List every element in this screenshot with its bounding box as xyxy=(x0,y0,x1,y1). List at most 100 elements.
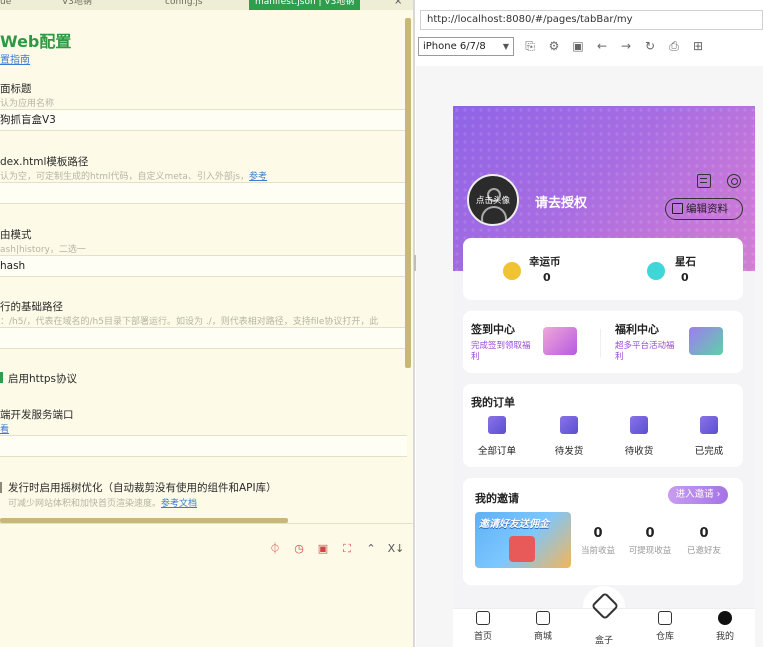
enter-invite-button[interactable]: 进入邀请 › xyxy=(668,486,728,504)
device-select[interactable]: iPhone 6/7/8 ▼ xyxy=(418,37,514,56)
gear-icon[interactable]: ⚙ xyxy=(546,38,562,54)
message-icon[interactable] xyxy=(697,174,711,188)
refresh-icon[interactable]: ↻ xyxy=(642,38,658,54)
image-icon[interactable]: ▣ xyxy=(570,38,586,54)
invite-title: 我的邀请 xyxy=(475,492,519,505)
router-mode-label: 由模式 xyxy=(0,229,32,241)
gift-icon xyxy=(543,327,577,355)
close-tab-icon[interactable]: × xyxy=(394,0,402,7)
pin-icon[interactable]: X↓ xyxy=(386,542,406,556)
order-completed[interactable]: 已完成 xyxy=(679,416,739,457)
chevron-down-icon: ▼ xyxy=(502,42,509,51)
devserver-port-input[interactable] xyxy=(0,435,407,457)
section-title: Web配置 xyxy=(0,32,72,51)
warehouse-icon xyxy=(658,611,672,625)
lucky-coin-icon xyxy=(503,262,521,280)
sign-in-sub: 完成签到领取福利 xyxy=(471,341,531,362)
center-separator xyxy=(600,329,601,357)
tab-home[interactable]: 首页 xyxy=(461,611,505,642)
order-to-receive-label: 待收货 xyxy=(624,446,654,457)
vertical-scrollbar[interactable] xyxy=(405,18,411,368)
template-path-label: dex.html模板路径 xyxy=(0,156,89,168)
profile-icon xyxy=(718,611,732,625)
order-to-ship[interactable]: 待发货 xyxy=(539,416,599,457)
tab-mall[interactable]: 商城 xyxy=(521,611,565,642)
edit-profile-button[interactable]: 编辑资料 xyxy=(665,198,743,220)
order-to-receive[interactable]: 待收货 xyxy=(609,416,669,457)
lucky-coin-value: 0 xyxy=(543,271,551,284)
tab-mine-label: 我的 xyxy=(715,632,734,642)
stat-current: 0 当前收益 xyxy=(580,526,615,556)
star-stone-value: 0 xyxy=(681,271,689,284)
router-mode-hint: ash|history，二选一 xyxy=(0,245,86,255)
editor-tab-strip: ue V3地钠 config.js manifest.json | V3地钠 × xyxy=(0,0,413,10)
page-title-label: 面标题 xyxy=(0,83,32,95)
to-receive-icon xyxy=(630,416,648,434)
invite-banner-text: 邀请好友送佣金 xyxy=(479,519,549,530)
template-path-input[interactable] xyxy=(0,182,407,204)
clock-icon[interactable]: ◷ xyxy=(292,542,306,556)
order-completed-label: 已完成 xyxy=(694,446,724,457)
treeshake-doc-link[interactable]: 参考文档 xyxy=(161,499,197,509)
avatar[interactable]: 点击头像 xyxy=(467,174,519,226)
invite-card: 我的邀请 进入邀请 › 邀请好友送佣金 0 当前收益 0 可提现收益 0 已邀好友 xyxy=(463,478,743,585)
order-all[interactable]: 全部订单 xyxy=(467,416,527,457)
avatar-body-icon xyxy=(481,206,507,224)
stat-invited: 0 已邀好友 xyxy=(686,526,721,556)
config-guide-link[interactable]: 置指南 xyxy=(0,51,30,66)
authorize-link[interactable]: 请去授权 xyxy=(535,192,587,211)
tab-warehouse[interactable]: 仓库 xyxy=(643,611,687,642)
lucky-coin-label: 幸运币 xyxy=(529,256,561,268)
to-ship-icon xyxy=(560,416,578,434)
browser-preview-pane: http://localhost:8080/#/pages/tabBar/my … xyxy=(416,0,763,647)
preview-stage: 点击头像 请去授权 编辑资料 幸运币 0 星石 0 签到中心 完成签到领取福利 xyxy=(416,66,763,647)
share-icon[interactable]: ⏀ xyxy=(268,542,282,556)
stat-withdrawable: 0 可提现收益 xyxy=(628,526,672,556)
tab-mine[interactable]: 我的 xyxy=(703,611,747,642)
base-path-input[interactable] xyxy=(0,327,407,349)
tab-mall-label: 商城 xyxy=(533,632,552,642)
https-label: 启用https协议 xyxy=(8,373,78,385)
qrcode-icon[interactable]: ⊞ xyxy=(690,38,706,54)
tab-box[interactable]: 盒子 xyxy=(582,629,626,646)
page-title-input[interactable]: 狗抓盲盒V3 xyxy=(0,109,407,131)
tab-v3[interactable]: V3地钠 xyxy=(62,0,92,10)
devserver-doc-link[interactable]: 看 xyxy=(0,425,9,435)
home-icon xyxy=(476,611,490,625)
centers-card: 签到中心 完成签到领取福利 福利中心 超多平台活动福利 xyxy=(463,311,743,373)
collapse-icon[interactable]: ⌃ xyxy=(364,542,378,556)
mall-icon xyxy=(536,611,550,625)
completed-icon xyxy=(700,416,718,434)
lock-icon[interactable]: ⎙ xyxy=(666,38,682,54)
star-stone-label: 星石 xyxy=(675,256,696,268)
orders-title: 我的订单 xyxy=(471,396,515,409)
order-all-label: 全部订单 xyxy=(477,446,516,457)
tab-ue[interactable]: ue xyxy=(0,0,11,10)
tab-manifest-json[interactable]: manifest.json | V3地钠 xyxy=(249,0,361,10)
screenshot-icon[interactable]: ⎘ xyxy=(522,38,538,54)
devserver-port-hint: 看 xyxy=(0,422,9,435)
back-icon[interactable]: ← xyxy=(594,38,610,54)
orders-card: 我的订单 全部订单 待发货 待收货 已完成 xyxy=(463,384,743,467)
image-icon[interactable]: ⛶ xyxy=(340,542,354,556)
tab-home-label: 首页 xyxy=(473,632,492,642)
page-title-hint: 认为应用名称 xyxy=(0,99,55,109)
split-divider[interactable] xyxy=(413,0,415,647)
tab-config-js[interactable]: config.js xyxy=(165,0,203,10)
treeshake-checkbox[interactable] xyxy=(0,482,2,493)
settings-icon[interactable] xyxy=(727,174,741,188)
star-stone-icon xyxy=(647,262,665,280)
invite-banner[interactable]: 邀请好友送佣金 xyxy=(475,512,571,568)
all-orders-icon xyxy=(488,416,506,434)
device-select-value: iPhone 6/7/8 xyxy=(423,41,486,52)
template-path-hint: 认为空，可定制生成的html代码，自定义meta、引入外部js，参考 xyxy=(0,172,268,182)
currency-card: 幸运币 0 星石 0 xyxy=(463,238,743,300)
edit-profile-label: 编辑资料 xyxy=(686,203,728,215)
template-path-doc-link[interactable]: 参考 xyxy=(249,172,267,182)
https-checkbox[interactable] xyxy=(0,372,3,383)
devserver-port-label: 端开发服务端口 xyxy=(0,409,74,421)
stop-icon[interactable]: ▣ xyxy=(316,542,330,556)
url-input[interactable]: http://localhost:8080/#/pages/tabBar/my xyxy=(420,10,763,30)
forward-icon[interactable]: → xyxy=(618,38,634,54)
router-mode-input[interactable]: hash xyxy=(0,255,407,277)
